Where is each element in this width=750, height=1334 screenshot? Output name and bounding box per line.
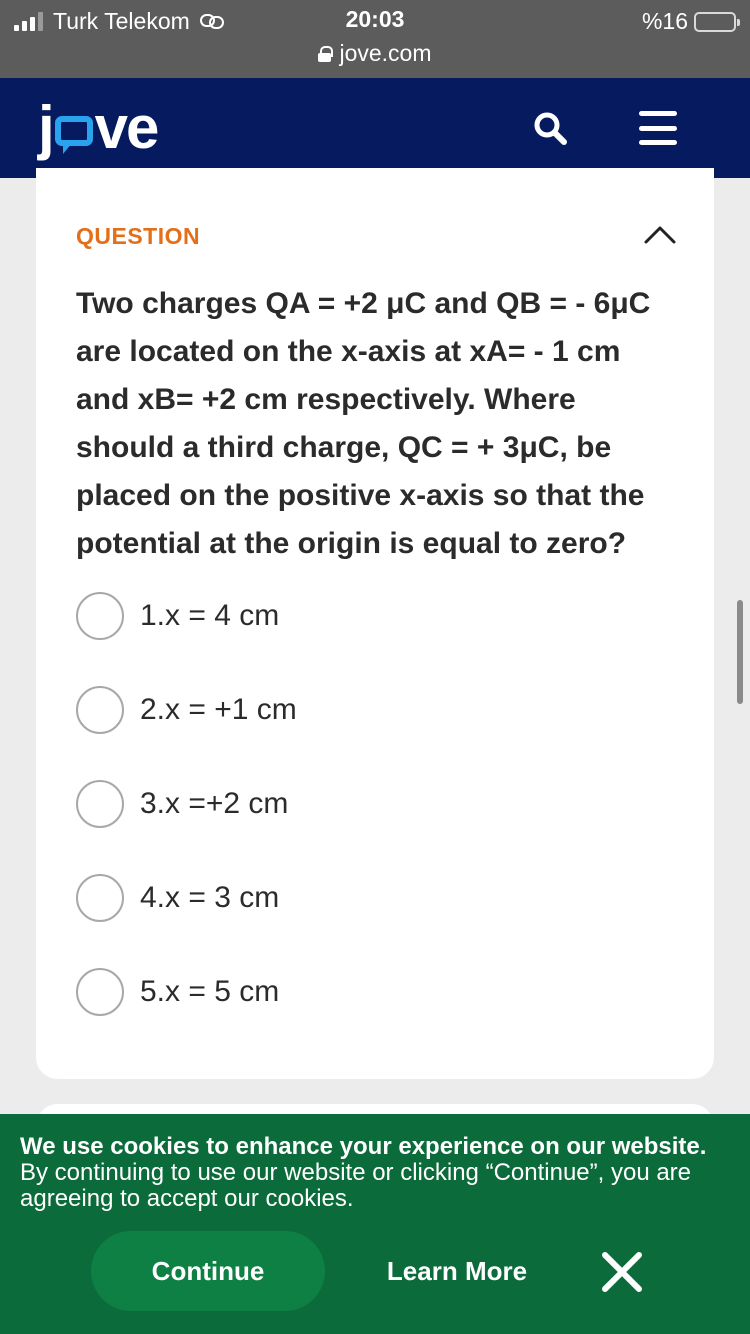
logo-letters-ve: ve <box>94 94 160 161</box>
battery-icon <box>694 11 740 32</box>
battery-percent: %16 <box>641 8 688 34</box>
cookie-body: By continuing to use our website or clic… <box>20 1159 692 1212</box>
answer-option-label: 1.x = 4 cm <box>140 599 280 632</box>
url-text: jove.com <box>339 40 432 66</box>
logo-speech-bubble-icon <box>54 116 93 154</box>
page-scrollbar[interactable] <box>737 600 743 704</box>
lock-icon <box>318 45 334 62</box>
radio-button[interactable] <box>76 780 124 828</box>
continue-button[interactable]: Continue <box>91 1231 325 1311</box>
answer-option-label: 4.x = 3 cm <box>140 881 280 914</box>
answer-option-label: 5.x = 5 cm <box>140 975 280 1008</box>
answer-option-4[interactable]: 4.x = 3 cm <box>76 874 676 968</box>
jove-logo[interactable]: j ve <box>38 94 160 161</box>
answer-option-5[interactable]: 5.x = 5 cm <box>76 968 676 1062</box>
site-header: j ve <box>0 78 750 178</box>
status-time: 20:03 <box>345 6 405 32</box>
logo-letter-j: j <box>38 94 55 161</box>
answer-option-2[interactable]: 2.x = +1 cm <box>76 686 676 780</box>
close-icon[interactable] <box>600 1250 644 1294</box>
answer-option-label: 3.x =+2 cm <box>140 787 289 820</box>
cookie-title: We use cookies to enhance your experienc… <box>20 1133 707 1160</box>
answer-option-1[interactable]: 1.x = 4 cm <box>76 592 676 686</box>
address-bar[interactable]: jove.com <box>0 40 750 67</box>
question-card: QUESTION Two charges QA = +2 μC and QB =… <box>36 168 714 1079</box>
answer-options: 1.x = 4 cm 2.x = +1 cm 3.x =+2 cm 4.x = … <box>76 592 676 1062</box>
cookie-banner: We use cookies to enhance your experienc… <box>0 1114 750 1334</box>
radio-button[interactable] <box>76 686 124 734</box>
answer-option-3[interactable]: 3.x =+2 cm <box>76 780 676 874</box>
learn-more-link[interactable]: Learn More <box>360 1231 554 1311</box>
status-right: %16 <box>641 8 740 35</box>
radio-button[interactable] <box>76 874 124 922</box>
hamburger-menu-icon[interactable] <box>638 108 678 148</box>
chevron-up-icon[interactable] <box>642 218 678 248</box>
radio-button[interactable] <box>76 592 124 640</box>
answer-option-label: 2.x = +1 cm <box>140 693 297 726</box>
question-text: Two charges QA = +2 μC and QB = - 6μC ar… <box>76 287 651 560</box>
radio-button[interactable] <box>76 968 124 1016</box>
search-icon[interactable] <box>530 108 570 148</box>
status-bar: Turk Telekom 20:03 jove.com %16 <box>0 0 750 78</box>
question-label: QUESTION <box>76 223 201 249</box>
